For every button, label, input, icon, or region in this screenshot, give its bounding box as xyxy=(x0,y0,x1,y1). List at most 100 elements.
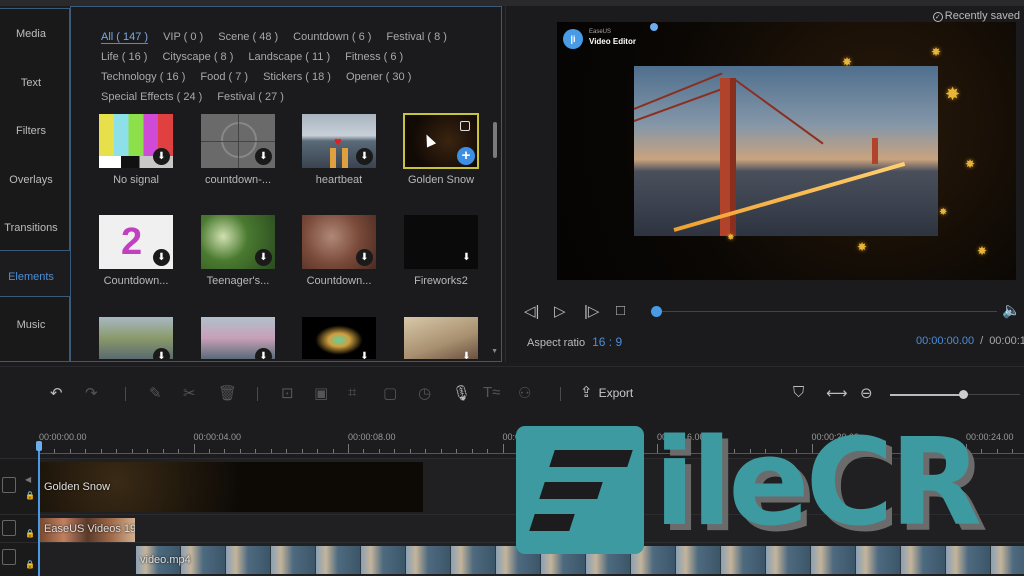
volume-icon[interactable]: 🔈 xyxy=(1002,301,1021,319)
download-icon[interactable]: ⬇ xyxy=(255,348,272,359)
next-frame-button[interactable]: |▷ xyxy=(584,302,599,320)
lock-icon[interactable]: 🔒 xyxy=(25,560,35,569)
element-thumbnail[interactable]: ⬇ xyxy=(99,317,173,359)
lock-icon[interactable]: 🔒 xyxy=(25,491,35,500)
category-technology[interactable]: Technology ( 16 ) xyxy=(101,67,185,87)
cut-icon[interactable]: ✂ xyxy=(183,384,196,402)
element-tile[interactable]: ⬇ xyxy=(201,317,275,359)
download-icon[interactable]: ⬇ xyxy=(356,348,373,359)
redo-icon[interactable]: ↷ xyxy=(85,384,98,402)
lock-icon[interactable]: 🔒 xyxy=(25,529,35,538)
text-to-speech-icon[interactable]: T≈ xyxy=(483,384,500,401)
watermark-close-icon[interactable] xyxy=(650,23,658,31)
previous-frame-button[interactable]: ◁| xyxy=(524,302,539,320)
mosaic-icon[interactable]: ⌗ xyxy=(348,384,356,401)
download-icon[interactable]: ⬇ xyxy=(356,148,373,165)
element-tile[interactable]: + Golden Snow xyxy=(403,113,479,186)
category-stickers[interactable]: Stickers ( 18 ) xyxy=(263,67,331,87)
timeline-ruler[interactable]: 00:00:00.00 00:00:04.00 00:00:08.00 00:00:1… xyxy=(0,424,1024,458)
preview-canvas[interactable]: |i EaseUS Video Editor ✸ ✸ ✸ ✸ ✸ ✸ ✸ ✸ xyxy=(557,22,1016,280)
stop-button[interactable]: □ xyxy=(616,302,625,319)
library-scrollbar[interactable] xyxy=(493,122,497,158)
download-icon[interactable]: ⬇ xyxy=(255,249,272,266)
sidebar-item-overlays[interactable]: Overlays xyxy=(0,174,62,186)
download-icon[interactable]: ⬇ xyxy=(356,249,373,266)
element-tile[interactable]: ⬇ countdown-... xyxy=(201,114,275,186)
category-cityscape[interactable]: Cityscape ( 8 ) xyxy=(162,47,233,67)
category-fitness[interactable]: Fitness ( 6 ) xyxy=(345,47,403,67)
category-vip[interactable]: VIP ( 0 ) xyxy=(163,27,203,47)
sidebar-item-text[interactable]: Text xyxy=(0,77,62,89)
microphone-icon[interactable]: 🎙 xyxy=(452,384,471,402)
portrait-icon[interactable]: ⚇ xyxy=(518,384,531,402)
seek-bar[interactable] xyxy=(662,311,997,312)
download-icon[interactable]: ⬇ xyxy=(153,348,170,359)
category-countdown[interactable]: Countdown ( 6 ) xyxy=(293,27,371,47)
zoom-slider[interactable] xyxy=(890,390,1020,399)
element-tile[interactable]: 2 ⬇ Countdown... xyxy=(99,215,173,287)
element-tile[interactable]: ⬇ Fireworks2 xyxy=(404,215,478,287)
sidebar-item-media[interactable]: Media xyxy=(0,28,62,40)
download-icon[interactable]: ⬇ xyxy=(153,249,170,266)
fit-timeline-icon[interactable]: ⟷ xyxy=(826,384,848,402)
crop-icon[interactable]: ⊡ xyxy=(281,384,294,402)
add-icon[interactable]: + xyxy=(457,147,475,165)
element-thumbnail[interactable]: ⬇ xyxy=(404,317,478,359)
element-thumbnail-countdown[interactable]: ⬇ xyxy=(201,114,275,168)
freeze-frame-icon[interactable]: ▢ xyxy=(383,384,397,402)
playhead-handle[interactable] xyxy=(36,441,42,451)
category-festival[interactable]: Festival ( 8 ) xyxy=(386,27,447,47)
category-opener[interactable]: Opener ( 30 ) xyxy=(346,67,411,87)
element-tile[interactable]: ⬇ No signal xyxy=(99,114,173,186)
category-special-effects[interactable]: Special Effects ( 24 ) xyxy=(101,87,202,107)
element-thumbnail-heartbeat[interactable]: ♥ ⬇ xyxy=(302,114,376,168)
clip-golden-snow[interactable]: Golden Snow xyxy=(40,462,423,512)
element-thumbnail[interactable]: ⬇ xyxy=(302,317,376,359)
clip-video-mp4[interactable]: video.mp4 xyxy=(136,546,1024,574)
element-tile[interactable]: ⬇ xyxy=(404,317,478,359)
element-tile[interactable]: ♥ ⬇ heartbeat xyxy=(302,114,376,186)
category-life[interactable]: Life ( 16 ) xyxy=(101,47,147,67)
play-button[interactable]: ▷ xyxy=(554,302,566,320)
preview-toggle-icon[interactable] xyxy=(460,121,470,131)
sidebar-item-elements[interactable]: Elements xyxy=(0,271,62,283)
element-tile[interactable]: ⬇ Teenager's... xyxy=(201,215,275,287)
speed-icon[interactable]: ◷ xyxy=(418,384,431,402)
category-festival-2[interactable]: Festival ( 27 ) xyxy=(217,87,284,107)
download-icon[interactable]: ⬇ xyxy=(458,348,475,359)
download-icon[interactable]: ⬇ xyxy=(458,249,475,266)
zoom-out-icon[interactable]: ⊖ xyxy=(860,384,873,402)
speaker-icon[interactable]: ◀ xyxy=(25,475,31,484)
seek-handle[interactable] xyxy=(651,306,662,317)
playhead[interactable] xyxy=(38,441,40,576)
scroll-down-icon[interactable]: ▼ xyxy=(491,348,498,355)
clip-easeus-videos[interactable]: EaseUS Videos 19 xyxy=(40,518,135,542)
export-button[interactable]: ⇪ Export xyxy=(580,383,633,401)
sidebar-item-filters[interactable]: Filters xyxy=(0,125,62,137)
category-all[interactable]: All ( 147 ) xyxy=(101,27,148,47)
resize-icon[interactable]: ▣ xyxy=(314,384,328,402)
zoom-slider-handle[interactable] xyxy=(958,390,968,399)
download-icon[interactable]: ⬇ xyxy=(255,148,272,165)
category-scene[interactable]: Scene ( 48 ) xyxy=(218,27,278,47)
category-food[interactable]: Food ( 7 ) xyxy=(200,67,248,87)
element-thumbnail-countdown-3[interactable]: ⬇ xyxy=(302,215,376,269)
element-tile[interactable]: ⬇ Countdown... xyxy=(302,215,376,287)
sidebar-item-music[interactable]: Music xyxy=(0,319,62,331)
element-thumbnail-fireworks2[interactable]: ⬇ xyxy=(404,215,478,269)
delete-icon[interactable]: 🗑 xyxy=(218,384,237,402)
download-icon[interactable]: ⬇ xyxy=(153,148,170,165)
element-tile[interactable]: ⬇ xyxy=(99,317,173,359)
element-thumbnail-no-signal[interactable]: ⬇ xyxy=(99,114,173,168)
sidebar-item-transitions[interactable]: Transitions xyxy=(0,222,62,234)
marker-icon[interactable]: ⛉ xyxy=(793,384,804,401)
edit-icon[interactable]: ✎ xyxy=(149,384,162,402)
aspect-ratio-value[interactable]: 16 : 9 xyxy=(592,335,622,349)
element-thumbnail-teenagers[interactable]: ⬇ xyxy=(201,215,275,269)
element-thumbnail-golden-snow[interactable]: + xyxy=(403,113,479,169)
element-thumbnail[interactable]: ⬇ xyxy=(201,317,275,359)
element-tile[interactable]: ⬇ xyxy=(302,317,376,359)
category-landscape[interactable]: Landscape ( 11 ) xyxy=(248,47,330,67)
element-thumbnail-countdown-2[interactable]: 2 ⬇ xyxy=(99,215,173,269)
undo-icon[interactable]: ↶ xyxy=(50,384,63,402)
